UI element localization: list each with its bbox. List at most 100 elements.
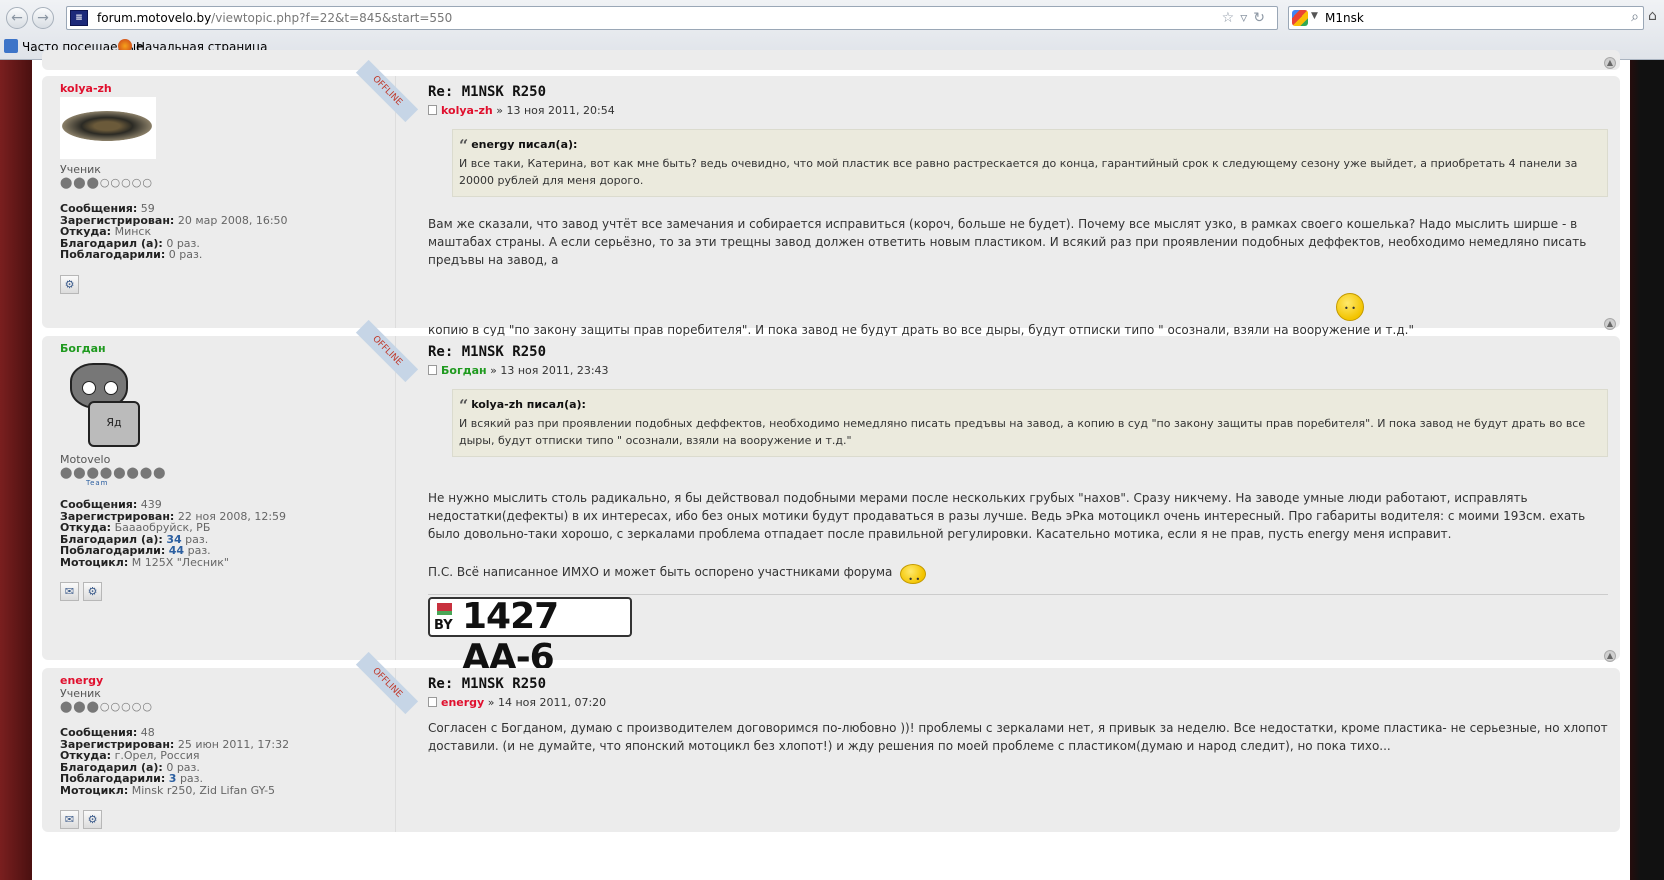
detail-value: М 125Х "Лесник" (131, 555, 229, 569)
back-to-top-icon[interactable]: ▲ (1604, 318, 1616, 330)
post-text-line: П.С. Всё написанное ИМХО и может быть ос… (428, 564, 893, 579)
post-text-continued: П.С. Всё написанное ИМХО и может быть ос… (428, 563, 1608, 589)
dropdown-arrow-icon[interactable]: ▿ (1240, 10, 1253, 26)
website-globe-icon[interactable]: ⚙ (83, 582, 102, 601)
url-host: forum.motovelo.by (97, 11, 212, 25)
detail-label: Поблагодарили: (60, 248, 166, 261)
forward-button[interactable]: → (32, 7, 54, 29)
quote-block: “energy писал(а): И все таки, Катерина, … (452, 129, 1608, 197)
post-text-line: копию в суд "по закону защиты прав пореб… (428, 322, 1414, 337)
quote-text: И всякий раз при проявлении подобных деф… (459, 416, 1586, 448)
engine-dropdown-icon[interactable]: ▼ (1311, 11, 1318, 21)
cat-eye (82, 381, 96, 395)
meta-author[interactable]: kolya-zh (441, 104, 493, 117)
magnifier-icon (4, 39, 18, 53)
profile-icons: ⚙ (60, 274, 395, 294)
post-icon[interactable] (428, 365, 437, 375)
website-globe-icon[interactable]: ⚙ (60, 274, 79, 294)
rank-bikes-icon: ⬤⬤⬤⬤⬤⬤⬤⬤ (60, 466, 167, 479)
user-rank: Motovelo (60, 453, 111, 466)
author-name[interactable]: kolya-zh (60, 82, 395, 95)
author-name[interactable]: Богдан (60, 342, 395, 355)
search-icon[interactable]: ⌕ (1631, 9, 1639, 25)
post-text: Согласен с Богданом, думаю с производите… (428, 721, 1608, 753)
detail-value: Minsk r250, Zid Lifan GY-5 (131, 783, 276, 797)
google-icon[interactable] (1292, 10, 1308, 26)
post-profile: kolya-zh Ученик ⬤⬤⬤○○○○○ Сообщения: 59 З… (42, 59, 419, 328)
email-envelope-icon[interactable]: ✉ (60, 810, 79, 829)
post-kolya-zh: kolya-zh Ученик ⬤⬤⬤○○○○○ Сообщения: 59 З… (42, 59, 1620, 337)
post-date: » 13 ноя 2011, 20:54 (496, 104, 615, 117)
search-bar[interactable]: ▼ M1nsk ⌕ (1288, 6, 1644, 30)
quote-cite-text: kolya-zh писал(а): (471, 398, 586, 411)
avatar (60, 97, 156, 159)
belarus-flag-icon (434, 602, 452, 615)
author-name[interactable]: energy (60, 674, 395, 687)
back-to-top-icon[interactable]: ▲ (1604, 650, 1616, 662)
quote-text: И все таки, Катерина, вот как мне быть? … (459, 156, 1578, 188)
site-favicon-icon: ≡ (70, 10, 88, 26)
user-rank: Ученик (60, 163, 101, 176)
post-meta: kolya-zh » 13 ноя 2011, 20:54 (428, 104, 1608, 117)
post-profile: Богдан Яд Motovelo ⬤⬤⬤⬤⬤⬤⬤⬤ Team Сообщен… (42, 319, 419, 660)
quote-block: “kolya-zh писал(а): И всякий раз при про… (452, 389, 1608, 457)
quote-cite: “kolya-zh писал(а): (459, 396, 1601, 415)
url-actions: ☆▿↻ (1222, 10, 1271, 26)
reload-icon[interactable]: ↻ (1253, 10, 1271, 26)
post-title[interactable]: Re: M1NSK R250 (428, 84, 1608, 100)
detail-label: Мотоцикл: (60, 555, 129, 569)
email-envelope-icon[interactable]: ✉ (60, 582, 79, 601)
winged-skull-avatar-icon (62, 111, 152, 141)
plate-country: BY (434, 617, 453, 633)
rank-bikes-icon: ⬤⬤⬤○○○○○ (60, 176, 153, 189)
detail-unit: раз. (179, 248, 203, 261)
detail-value: 20 мар 2008, 16:50 (177, 213, 288, 227)
meta-author[interactable]: energy (441, 696, 484, 709)
user-details: Сообщения: 439 Зарегистрирован: 22 ноя 2… (60, 499, 395, 568)
post-body: Re: M1NSK R250 Богдан » 13 ноя 2011, 23:… (428, 344, 1608, 678)
smiley-icon (900, 563, 927, 589)
quote-mark-icon: “ (459, 136, 469, 155)
post-profile: energy Ученик ⬤⬤⬤○○○○○ Сообщения: 48 Зар… (42, 651, 419, 832)
bookmark-star-icon[interactable]: ☆ (1222, 10, 1241, 26)
search-input[interactable]: M1nsk (1325, 11, 1364, 25)
detail-thanked-by: Поблагодарили: 0 раз. (60, 249, 395, 261)
post-date: » 14 ноя 2011, 07:20 (487, 696, 607, 709)
post-text: Не нужно мыслить столь радикально, я бы … (428, 490, 1586, 541)
user-details: Сообщения: 59 Зарегистрирован: 20 мар 20… (60, 203, 395, 261)
cyclist-smiley-icon (1336, 292, 1364, 321)
poison-jar-icon: Яд (88, 401, 140, 447)
post-icon[interactable] (428, 697, 437, 707)
detail-value: 0 (168, 248, 176, 261)
avatar: Яд (60, 357, 146, 449)
post-bogdan: Богдан Яд Motovelo ⬤⬤⬤⬤⬤⬤⬤⬤ Team Сообщен… (42, 319, 1620, 678)
post-title[interactable]: Re: M1NSK R250 (428, 676, 1608, 692)
user-details: Сообщения: 48 Зарегистрирован: 25 июн 20… (60, 727, 395, 796)
post-text: Вам же сказали, что завод учтёт все заме… (428, 216, 1587, 267)
post-body: Re: M1NSK R250 kolya-zh » 13 ноя 2011, 2… (428, 84, 1608, 339)
post-date: » 13 ноя 2011, 23:43 (490, 364, 609, 377)
quote-cite: “energy писал(а): (459, 136, 1601, 155)
plate-number: 1427 AA-6 (462, 595, 559, 678)
profile-icons: ✉ ⚙ (60, 582, 395, 601)
post-title[interactable]: Re: M1NSK R250 (428, 344, 1608, 360)
forum-content: ▲ kolya-zh Ученик ⬤⬤⬤○○○○○ Сообщения: 59… (32, 50, 1630, 880)
url-bar[interactable]: ≡ forum.motovelo.by/viewtopic.php?f=22&t… (66, 6, 1278, 30)
user-rank: Ученик (60, 687, 101, 700)
rank-team-label: Team (86, 479, 109, 487)
post-meta: energy » 14 ноя 2011, 07:20 (428, 696, 1608, 709)
rank-bikes-icon: ⬤⬤⬤○○○○○ (60, 700, 153, 713)
detail-bike: Мотоцикл: Minsk r250, Zid Lifan GY-5 (60, 783, 395, 797)
cat-eye (104, 381, 118, 395)
detail-bike: Мотоцикл: М 125Х "Лесник" (60, 555, 395, 569)
post-icon[interactable] (428, 105, 437, 115)
back-to-top-icon[interactable]: ▲ (1604, 57, 1616, 69)
signature: BY 1427 AA-6 (428, 593, 1608, 678)
meta-author[interactable]: Богдан (441, 364, 487, 377)
home-icon[interactable]: ⌂ (1648, 8, 1664, 30)
post-meta: Богдан » 13 ноя 2011, 23:43 (428, 364, 1608, 377)
website-globe-icon[interactable]: ⚙ (83, 810, 102, 829)
back-button[interactable]: ← (6, 7, 28, 29)
url-text: forum.motovelo.by/viewtopic.php?f=22&t=8… (97, 11, 452, 25)
quote-cite-text: energy писал(а): (471, 138, 578, 151)
